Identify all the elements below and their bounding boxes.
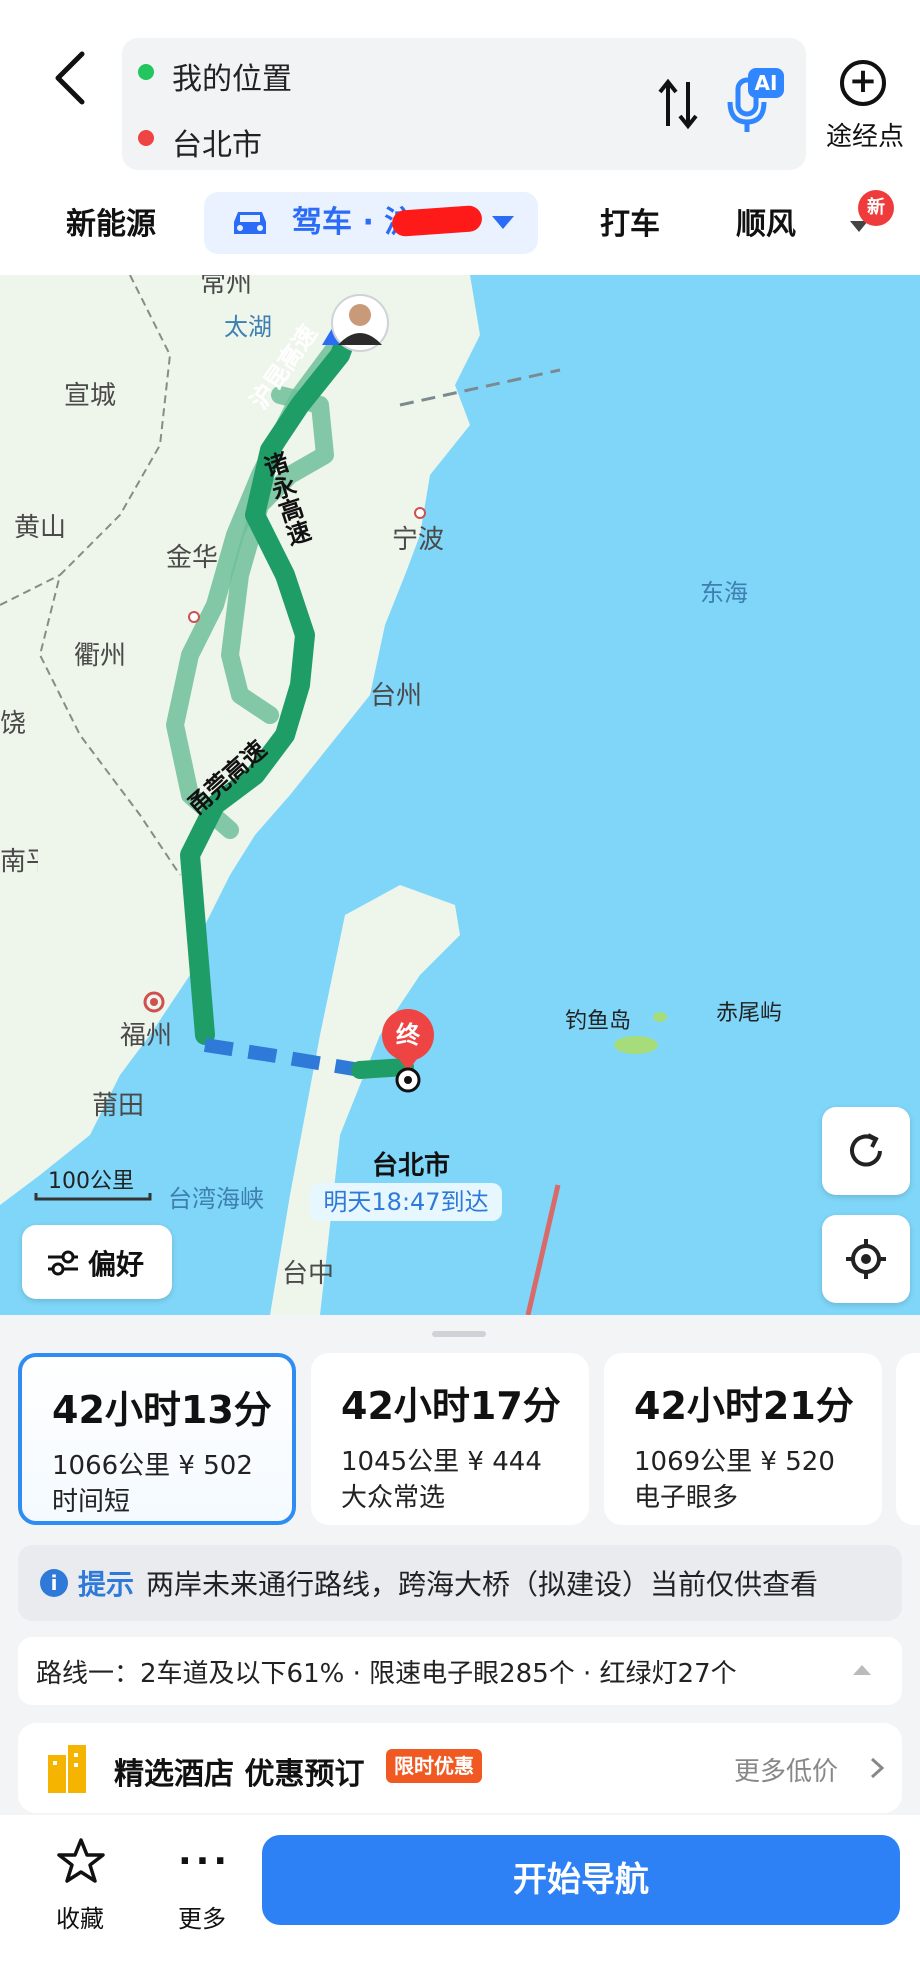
sliders-icon (48, 1250, 78, 1276)
map-label-taibei: 台北市 (372, 1151, 451, 1181)
route-sheet: 42小时13分 1066公里 ¥ 502 时间短 42小时17分 1045公里 … (0, 1315, 920, 1815)
tab-drive[interactable]: 驾车 · 沪 (204, 192, 538, 254)
boundary-line (525, 1184, 561, 1315)
waypoint-label[interactable]: 途经点 (820, 116, 910, 153)
tip-label: 提示 (78, 1568, 135, 1601)
eta-chip: 明天18:47到达 (310, 1183, 502, 1221)
map-label-taiwan-strait: 台湾海峡 (168, 1185, 264, 1213)
map-label-taizhong: 台中 (282, 1259, 335, 1289)
map-label-xuancheng: 宣城 (64, 381, 117, 411)
map-label-quzhou: 衢州 (74, 641, 127, 671)
locate-button[interactable] (822, 1215, 910, 1303)
transport-tabs: 新能源 驾车 · 沪 打车 顺风车 (0, 190, 920, 260)
back-arrow-icon[interactable] (48, 48, 92, 108)
favorite-label: 收藏 (56, 1905, 104, 1933)
route-card-1[interactable]: 42小时13分 1066公里 ¥ 502 时间短 (18, 1353, 296, 1525)
map-label-fuzhou: 福州 (120, 1021, 173, 1051)
info-icon: i (40, 1569, 68, 1597)
taiwan-landmass (270, 885, 460, 1315)
hotel-badge: 限时优惠 (386, 1749, 482, 1783)
swap-icon[interactable] (656, 76, 700, 132)
chevron-up-icon (853, 1665, 871, 1675)
taiwan-route-line (351, 1058, 414, 1079)
add-waypoint-icon[interactable]: + (840, 60, 886, 106)
more-label: 更多 (178, 1905, 226, 1933)
bottom-action-bar: 收藏 ··· 更多 开始导航 (0, 1815, 920, 1964)
map-label-putian: 莆田 (92, 1091, 145, 1121)
tip-banner: i 提示 两岸未来通行路线，跨海大桥（拟建设）当前仅供查看 (18, 1545, 902, 1621)
preference-button[interactable]: 偏好 (22, 1225, 172, 1299)
favorite-button[interactable]: 收藏 (44, 1835, 118, 1945)
map-label-rao: 饶 (0, 709, 27, 739)
origin-dot-icon (138, 64, 154, 80)
chiwei-island (653, 1012, 667, 1022)
route-time: 42小时21分 (634, 1384, 854, 1428)
refresh-button[interactable] (822, 1107, 910, 1195)
chevron-right-icon (870, 1757, 884, 1779)
refresh-icon (850, 1133, 882, 1167)
map-label-chiweiyu: 赤尾屿 (716, 1001, 783, 1026)
map-label-huangshan: 黄山 (14, 513, 67, 543)
hotel-building-icon (48, 1745, 86, 1793)
sheet-handle[interactable] (432, 1331, 486, 1337)
route-card-2[interactable]: 42小时17分 1045公里 ¥ 444 大众常选 (311, 1353, 589, 1525)
star-icon (57, 1838, 105, 1883)
route-card-peek[interactable] (896, 1353, 920, 1525)
route-info-text: 路线一：2车道及以下61% · 限速电子眼285个 · 红绿灯27个 (36, 1659, 737, 1689)
route-detail: 1069公里 ¥ 520 (634, 1447, 835, 1477)
origin-destination-box: 我的位置 台北市 (122, 38, 806, 170)
route-time: 42小时17分 (341, 1384, 561, 1428)
car-icon (234, 212, 266, 234)
more-dots-icon: ··· (178, 1841, 232, 1882)
destination-dot-icon (138, 130, 154, 146)
preference-label: 偏好 (88, 1248, 145, 1281)
map-label-donghai: 东海 (700, 579, 748, 607)
map-label-nanping: 南平 (0, 847, 38, 877)
diaoyu-island (614, 1036, 658, 1054)
destination-marker-label: 终 (396, 1021, 420, 1049)
map-label-ningbo: 宁波 (392, 525, 445, 555)
route-detail: 1045公里 ¥ 444 (341, 1447, 542, 1477)
destination-field[interactable]: 台北市 (172, 120, 262, 164)
more-button[interactable]: ··· 更多 (164, 1835, 238, 1945)
map-canvas (0, 275, 667, 1315)
tab-taxi[interactable]: 打车 (600, 190, 660, 260)
map-label-changzhou: 常州 (200, 275, 253, 299)
ai-badge: AI (748, 68, 784, 98)
tip-text: 两岸未来通行路线，跨海大桥（拟建设）当前仅供查看 (146, 1568, 819, 1601)
route-tag: 时间短 (52, 1487, 131, 1517)
route-card-3[interactable]: 42小时21分 1069公里 ¥ 520 电子眼多 (604, 1353, 882, 1525)
redaction-mark (391, 204, 483, 238)
new-badge: 新 (858, 190, 894, 226)
route-info-row[interactable]: 路线一：2车道及以下61% · 限速电子眼285个 · 红绿灯27个 (18, 1637, 902, 1705)
hotel-more-link[interactable]: 更多低价 (734, 1751, 838, 1788)
origin-field[interactable]: 我的位置 (172, 54, 292, 98)
tab-new-energy[interactable]: 新能源 (66, 190, 156, 260)
map-label-diaoyudao: 钓鱼岛 (565, 1009, 632, 1034)
map-label-jinhua: 金华 (166, 543, 219, 573)
route-tag: 大众常选 (341, 1483, 446, 1513)
tab-carpool[interactable]: 顺风车 (736, 190, 816, 260)
chevron-down-icon (492, 216, 514, 229)
route-time: 42小时13分 (52, 1388, 272, 1432)
scale-label: 100公里 (48, 1169, 134, 1194)
hotel-promo[interactable]: 精选酒店 优惠预订 限时优惠 更多低价 (18, 1723, 902, 1813)
route-detail: 1066公里 ¥ 502 (52, 1451, 253, 1481)
locate-icon (846, 1239, 886, 1279)
hotel-title: 精选酒店 优惠预订 (114, 1757, 365, 1792)
route-map[interactable]: 常州 太湖 宣城 黄山 金华 衢州 饶 宁波 台州 南平 福州 莆田 东海 钓鱼… (0, 275, 920, 1315)
map-label-taihu: 太湖 (224, 313, 272, 341)
start-navigation-button[interactable]: 开始导航 (262, 1835, 900, 1925)
route-tag: 电子眼多 (634, 1483, 739, 1513)
route-header: 我的位置 台北市 AI + 途经点 新能源 驾车 · 沪 打车 顺风 新 (0, 0, 920, 275)
map-label-taizhou: 台州 (370, 681, 423, 711)
